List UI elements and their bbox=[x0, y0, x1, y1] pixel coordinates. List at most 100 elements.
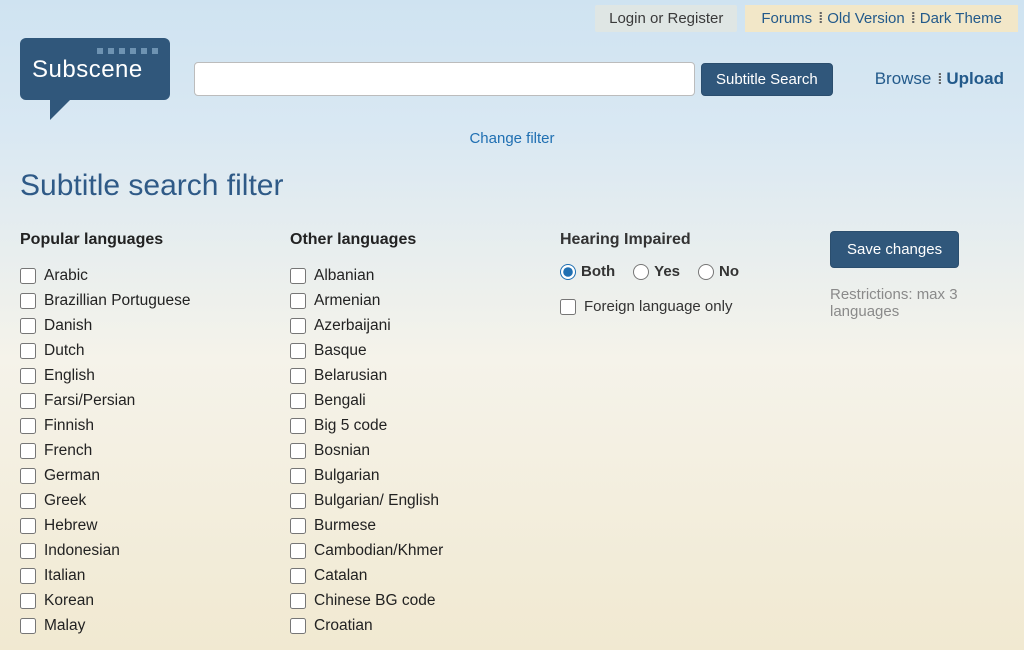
filter-columns: Popular languages ArabicBrazillian Portu… bbox=[20, 231, 1004, 638]
popular-language-checkbox[interactable] bbox=[20, 343, 36, 359]
other-language-checkbox[interactable] bbox=[290, 293, 306, 309]
popular-language-checkbox[interactable] bbox=[20, 543, 36, 559]
popular-language-checkbox[interactable] bbox=[20, 318, 36, 334]
other-language-checkbox[interactable] bbox=[290, 343, 306, 359]
other-language-label[interactable]: Burmese bbox=[314, 517, 376, 535]
popular-language-checkbox[interactable] bbox=[20, 468, 36, 484]
other-language-label[interactable]: Albanian bbox=[314, 267, 374, 285]
hearing-yes-radio[interactable] bbox=[633, 264, 649, 280]
other-language-label[interactable]: Croatian bbox=[314, 617, 373, 635]
popular-language-label[interactable]: French bbox=[44, 442, 92, 460]
search-form: Subtitle Search bbox=[194, 62, 833, 96]
other-language-checkbox[interactable] bbox=[290, 443, 306, 459]
list-item: Greek bbox=[20, 488, 280, 513]
logo-dots-icon bbox=[32, 48, 158, 54]
other-language-label[interactable]: Chinese BG code bbox=[314, 592, 436, 610]
separator-icon: ⁞ bbox=[937, 71, 940, 88]
other-language-checkbox[interactable] bbox=[290, 543, 306, 559]
list-item: German bbox=[20, 463, 280, 488]
popular-language-checkbox[interactable] bbox=[20, 368, 36, 384]
list-item: Azerbaijani bbox=[290, 313, 550, 338]
popular-language-checkbox[interactable] bbox=[20, 493, 36, 509]
popular-language-checkbox[interactable] bbox=[20, 568, 36, 584]
popular-language-label[interactable]: Italian bbox=[44, 567, 85, 585]
dark-theme-link[interactable]: Dark Theme bbox=[914, 10, 1008, 27]
other-language-checkbox[interactable] bbox=[290, 518, 306, 534]
other-language-checkbox[interactable] bbox=[290, 568, 306, 584]
other-language-label[interactable]: Bosnian bbox=[314, 442, 370, 460]
other-language-checkbox[interactable] bbox=[290, 468, 306, 484]
other-language-label[interactable]: Cambodian/Khmer bbox=[314, 542, 443, 560]
other-language-label[interactable]: Armenian bbox=[314, 292, 380, 310]
other-language-label[interactable]: Bulgarian bbox=[314, 467, 380, 485]
old-version-link[interactable]: Old Version bbox=[821, 10, 911, 27]
foreign-only-label[interactable]: Foreign language only bbox=[584, 298, 732, 315]
popular-language-label[interactable]: German bbox=[44, 467, 100, 485]
browse-link[interactable]: Browse bbox=[875, 69, 932, 89]
list-item: English bbox=[20, 363, 280, 388]
save-changes-button[interactable]: Save changes bbox=[830, 231, 959, 268]
list-item: Bengali bbox=[290, 388, 550, 413]
other-language-label[interactable]: Bengali bbox=[314, 392, 366, 410]
content: Subtitle search filter Popular languages… bbox=[0, 157, 1024, 650]
upload-link[interactable]: Upload bbox=[946, 69, 1004, 89]
other-language-checkbox[interactable] bbox=[290, 368, 306, 384]
popular-language-checkbox[interactable] bbox=[20, 518, 36, 534]
foreign-only-checkbox[interactable] bbox=[560, 299, 576, 315]
login-register-button[interactable]: Login or Register bbox=[595, 5, 737, 32]
save-column: Save changes Restrictions: max 3 languag… bbox=[830, 231, 1004, 320]
other-language-checkbox[interactable] bbox=[290, 318, 306, 334]
popular-language-checkbox[interactable] bbox=[20, 293, 36, 309]
other-language-label[interactable]: Bulgarian/ English bbox=[314, 492, 439, 510]
list-item: Albanian bbox=[290, 263, 550, 288]
hearing-no-label[interactable]: No bbox=[719, 263, 739, 280]
list-item: Arabic bbox=[20, 263, 280, 288]
popular-language-checkbox[interactable] bbox=[20, 418, 36, 434]
popular-language-label[interactable]: Arabic bbox=[44, 267, 88, 285]
other-language-checkbox[interactable] bbox=[290, 418, 306, 434]
popular-language-checkbox[interactable] bbox=[20, 393, 36, 409]
other-language-checkbox[interactable] bbox=[290, 493, 306, 509]
popular-language-checkbox[interactable] bbox=[20, 593, 36, 609]
other-language-label[interactable]: Big 5 code bbox=[314, 417, 387, 435]
subtitle-search-button[interactable]: Subtitle Search bbox=[701, 63, 833, 96]
site-logo[interactable]: Subscene bbox=[20, 38, 180, 120]
list-item: Farsi/Persian bbox=[20, 388, 280, 413]
popular-language-checkbox[interactable] bbox=[20, 443, 36, 459]
other-language-label[interactable]: Basque bbox=[314, 342, 367, 360]
popular-language-label[interactable]: Korean bbox=[44, 592, 94, 610]
hearing-no-radio[interactable] bbox=[698, 264, 714, 280]
popular-language-label[interactable]: Dutch bbox=[44, 342, 85, 360]
list-item: Chinese BG code bbox=[290, 588, 550, 613]
other-language-label[interactable]: Azerbaijani bbox=[314, 317, 391, 335]
popular-language-label[interactable]: English bbox=[44, 367, 95, 385]
list-item: Danish bbox=[20, 313, 280, 338]
other-language-label[interactable]: Belarusian bbox=[314, 367, 387, 385]
list-item: Catalan bbox=[290, 563, 550, 588]
other-language-checkbox[interactable] bbox=[290, 593, 306, 609]
other-language-checkbox[interactable] bbox=[290, 618, 306, 634]
other-language-checkbox[interactable] bbox=[290, 268, 306, 284]
popular-language-label[interactable]: Greek bbox=[44, 492, 86, 510]
change-filter-link[interactable]: Change filter bbox=[469, 130, 554, 147]
topbar: Login or Register Forums ⁞ Old Version ⁞… bbox=[0, 0, 1024, 32]
popular-language-checkbox[interactable] bbox=[20, 618, 36, 634]
hearing-both-label[interactable]: Both bbox=[581, 263, 615, 280]
hearing-both-radio[interactable] bbox=[560, 264, 576, 280]
hearing-impaired-options: Both Yes No bbox=[560, 263, 800, 280]
popular-language-label[interactable]: Danish bbox=[44, 317, 92, 335]
other-language-label[interactable]: Catalan bbox=[314, 567, 367, 585]
list-item: Bulgarian bbox=[290, 463, 550, 488]
other-language-checkbox[interactable] bbox=[290, 393, 306, 409]
popular-language-checkbox[interactable] bbox=[20, 268, 36, 284]
popular-language-label[interactable]: Farsi/Persian bbox=[44, 392, 135, 410]
popular-language-label[interactable]: Finnish bbox=[44, 417, 94, 435]
popular-language-label[interactable]: Malay bbox=[44, 617, 85, 635]
popular-language-label[interactable]: Indonesian bbox=[44, 542, 120, 560]
popular-language-label[interactable]: Hebrew bbox=[44, 517, 97, 535]
popular-language-label[interactable]: Brazillian Portuguese bbox=[44, 292, 190, 310]
list-item: Korean bbox=[20, 588, 280, 613]
forums-link[interactable]: Forums bbox=[755, 10, 818, 27]
search-input[interactable] bbox=[194, 62, 695, 96]
hearing-yes-label[interactable]: Yes bbox=[654, 263, 680, 280]
